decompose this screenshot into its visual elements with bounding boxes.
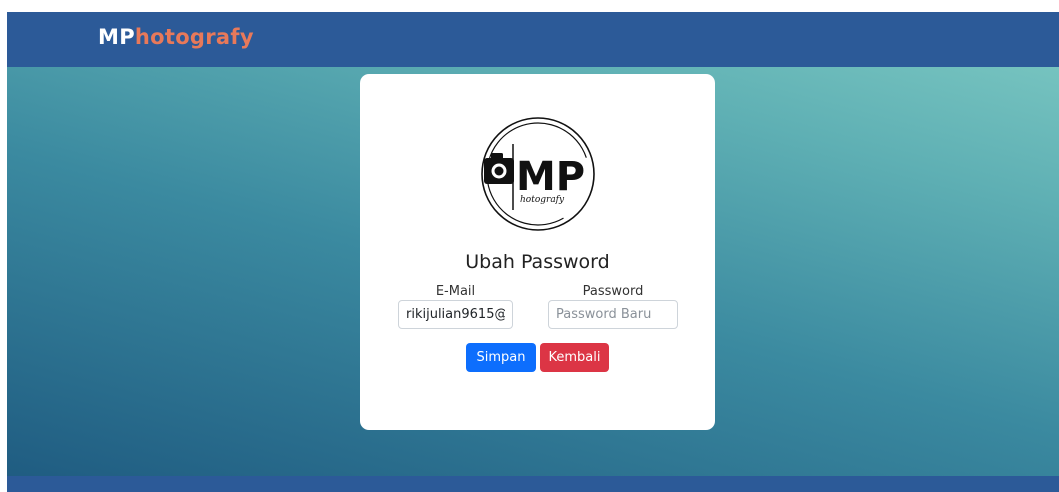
email-field[interactable] xyxy=(398,300,513,329)
navbar: MPhotografy xyxy=(7,12,1059,67)
brand-suffix: hotografy xyxy=(134,25,254,49)
password-label: Password xyxy=(582,284,644,299)
logo-script: hotografy xyxy=(520,195,565,205)
email-label: E-Mail xyxy=(435,284,476,299)
logo-letters: MP xyxy=(516,154,585,200)
footer-bar xyxy=(7,476,1059,492)
brand-link[interactable]: MPhotografy xyxy=(98,25,254,49)
back-button[interactable]: Kembali xyxy=(540,343,609,372)
change-password-card: MP hotografy Ubah Password E-Mail Passwo… xyxy=(360,74,715,430)
camera-icon xyxy=(484,153,514,184)
save-button[interactable]: Simpan xyxy=(466,343,536,372)
page-title: Ubah Password xyxy=(465,251,610,273)
mp-photografy-logo: MP hotografy xyxy=(481,117,595,231)
page-frame: MPhotografy MP hotografy Ubah Password E… xyxy=(7,12,1059,492)
brand-prefix: MP xyxy=(98,25,135,49)
password-field[interactable] xyxy=(548,300,678,329)
